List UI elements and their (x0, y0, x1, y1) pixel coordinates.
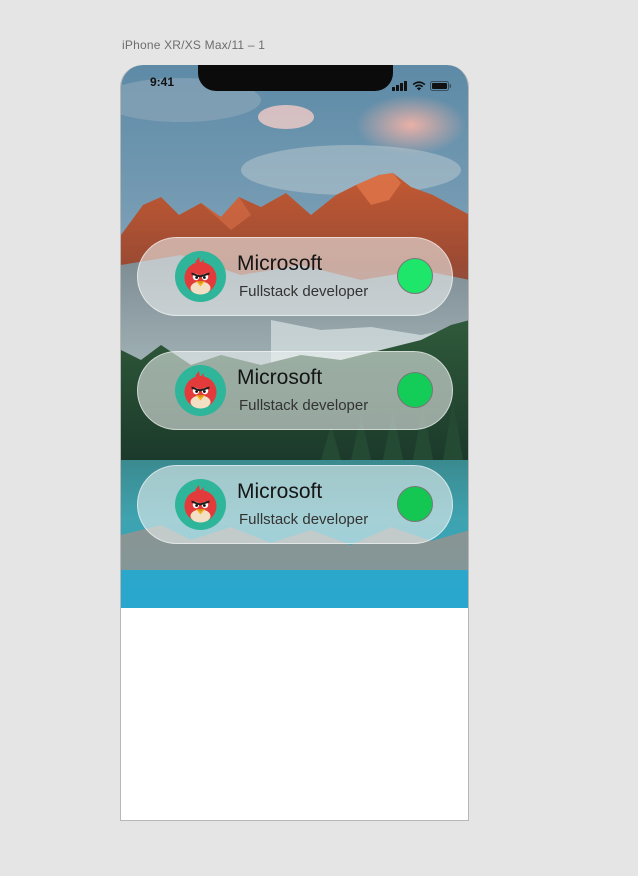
artboard-label: iPhone XR/XS Max/11 – 1 (122, 38, 266, 52)
card-title: Microsoft (237, 252, 323, 275)
card-title: Microsoft (237, 366, 323, 389)
status-indicator (397, 372, 433, 408)
phone-frame: 9:41 Microsoft Fullstack developer Micro… (120, 65, 469, 821)
status-time: 9:41 (150, 75, 175, 89)
profile-card[interactable]: Microsoft Fullstack developer (137, 465, 453, 544)
card-subtitle: Fullstack developer (239, 283, 369, 300)
wifi-icon (412, 76, 426, 95)
status-indicator (397, 486, 433, 522)
angry-bird-avatar (175, 251, 226, 302)
device-notch (198, 65, 393, 91)
profile-card[interactable]: Microsoft Fullstack developer (137, 351, 453, 430)
angry-bird-avatar (175, 479, 226, 530)
card-title: Microsoft (237, 480, 323, 503)
battery-icon (430, 76, 452, 95)
profile-card[interactable]: Microsoft Fullstack developer (137, 237, 453, 316)
card-subtitle: Fullstack developer (239, 511, 369, 528)
status-indicator (397, 258, 433, 294)
status-icons (392, 76, 452, 95)
card-subtitle: Fullstack developer (239, 397, 369, 414)
cellular-signal-icon (392, 76, 408, 95)
angry-bird-avatar (175, 365, 226, 416)
